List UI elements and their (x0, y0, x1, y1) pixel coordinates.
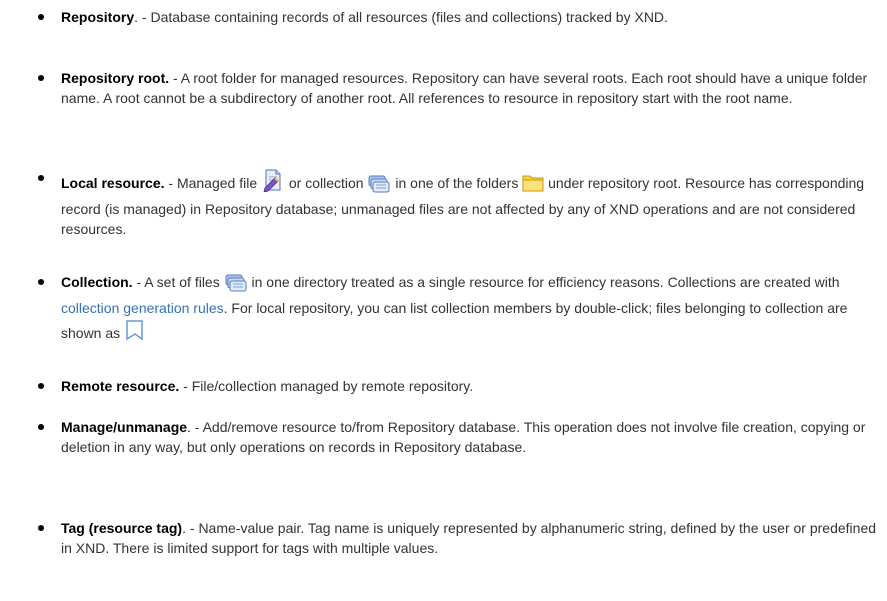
definition-text: in one directory treated as a single res… (247, 274, 840, 290)
list-item: Collection. - A set of files in one dire… (0, 272, 881, 347)
definition-text: . - Name-value pair. Tag name is uniquel… (61, 520, 877, 556)
collection-member-icon (124, 318, 146, 347)
definition-text: - A set of files (132, 274, 224, 290)
list-item: Remote resource. - File/collection manag… (0, 376, 881, 396)
bullet (38, 14, 44, 20)
managed-file-icon (261, 168, 285, 197)
list-item: Manage/unmanage. - Add/remove resource t… (0, 417, 881, 457)
list-item: Repository. - Database containing record… (0, 7, 881, 27)
collection-icon (367, 174, 391, 199)
list-item: Repository root. - A root folder for man… (0, 68, 881, 108)
term-label: Repository root. (61, 70, 170, 86)
term-label: Manage/unmanage (61, 419, 188, 435)
term-label: Collection. (61, 274, 133, 290)
definition-text: or collection (285, 175, 368, 191)
term-label: Repository (61, 9, 135, 25)
bullet (38, 424, 44, 430)
term-label: Tag (resource tag) (61, 520, 183, 536)
folder-icon (522, 172, 544, 197)
collection-generation-rules-link[interactable]: collection generation rules (61, 300, 224, 316)
list-item: Local resource. - Managed file or collec… (0, 168, 881, 239)
definition-text: . - Database containing records of all r… (134, 9, 668, 25)
bullet (38, 525, 44, 531)
definition-text: - A root folder for managed resources. R… (61, 70, 868, 106)
term-label: Local resource. (61, 175, 165, 191)
collection-icon (224, 273, 248, 298)
definition-text: - Managed file (164, 175, 261, 191)
bullet (38, 75, 44, 81)
bullet (38, 279, 44, 285)
definition-text: in one of the folders (391, 175, 523, 191)
definition-text: - File/collection managed by remote repo… (179, 378, 474, 394)
list-item: Tag (resource tag). - Name-value pair. T… (0, 518, 881, 558)
bullet (38, 383, 44, 389)
bullet (38, 175, 44, 181)
term-label: Remote resource. (61, 378, 180, 394)
